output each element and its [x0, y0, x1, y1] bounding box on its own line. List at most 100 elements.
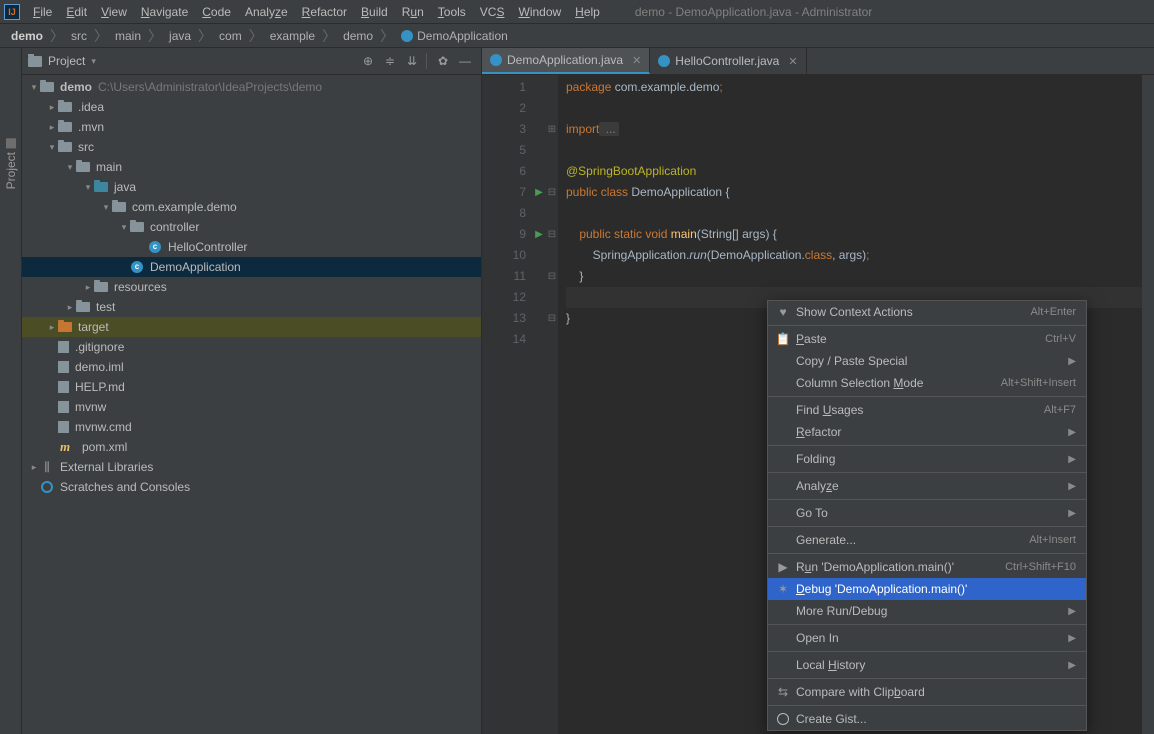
tree-pom[interactable]: mpom.xml — [22, 437, 481, 457]
tree-target[interactable]: ▸target — [22, 317, 481, 337]
tree-scratch[interactable]: Scratches and Consoles — [22, 477, 481, 497]
project-header: Project ▾ ⊕ ≑ ⇊ ✿ — — [22, 48, 481, 75]
menu-build[interactable]: Build — [354, 2, 395, 22]
tree-mvn[interactable]: ▸.mvn — [22, 117, 481, 137]
line-number-gutter: 1 2 3 5 6 7 8 9 10 11 12 13 14 — [482, 75, 532, 734]
ctx-create-gist[interactable]: Create Gist... — [768, 708, 1086, 730]
menu-tools[interactable]: Tools — [431, 2, 473, 22]
tree-src[interactable]: ▾src — [22, 137, 481, 157]
tree-root[interactable]: ▾demoC:\Users\Administrator\IdeaProjects… — [22, 77, 481, 97]
ctx-open-in[interactable]: Open In▶ — [768, 627, 1086, 649]
menu-help[interactable]: Help — [568, 2, 607, 22]
error-stripe[interactable] — [1142, 75, 1154, 734]
submenu-arrow-icon: ▶ — [1068, 454, 1076, 465]
ctx-column-selection[interactable]: Column Selection ModeAlt+Shift+Insert — [768, 372, 1086, 394]
tab-label: HelloController.java — [675, 54, 779, 68]
menu-refactor[interactable]: Refactor — [295, 2, 354, 22]
project-tree[interactable]: ▾demoC:\Users\Administrator\IdeaProjects… — [22, 75, 481, 734]
ctx-compare-clipboard[interactable]: ⇆Compare with Clipboard — [768, 681, 1086, 703]
expand-all-icon[interactable]: ≑ — [380, 51, 400, 71]
tree-iml[interactable]: demo.iml — [22, 357, 481, 377]
crumb-main[interactable]: main — [112, 29, 144, 43]
fold-icon[interactable]: ⊟ — [546, 308, 558, 329]
tree-package[interactable]: ▾com.example.demo — [22, 197, 481, 217]
ctx-local-history[interactable]: Local History▶ — [768, 654, 1086, 676]
crumb-file[interactable]: DemoApplication — [398, 29, 511, 43]
tree-resources[interactable]: ▸resources — [22, 277, 481, 297]
ctx-more-run-debug[interactable]: More Run/Debug▶ — [768, 600, 1086, 622]
hide-icon[interactable]: — — [455, 51, 475, 71]
tree-gitignore[interactable]: .gitignore — [22, 337, 481, 357]
submenu-arrow-icon: ▶ — [1068, 427, 1076, 438]
tool-tab-project[interactable]: Project — [2, 138, 20, 189]
crumb-com[interactable]: com — [216, 29, 245, 43]
close-icon[interactable]: ✕ — [632, 54, 641, 67]
ctx-analyze[interactable]: Analyze▶ — [768, 475, 1086, 497]
menu-view[interactable]: View — [94, 2, 134, 22]
folder-icon — [28, 56, 42, 67]
tree-idea[interactable]: ▸.idea — [22, 97, 481, 117]
crumb-example[interactable]: example — [267, 29, 318, 43]
dropdown-arrow-icon[interactable]: ▾ — [91, 56, 96, 67]
gear-icon[interactable]: ✿ — [433, 51, 453, 71]
ctx-run[interactable]: ▶Run 'DemoApplication.main()'Ctrl+Shift+… — [768, 556, 1086, 578]
breadcrumb: demo〉 src〉 main〉 java〉 com〉 example〉 dem… — [0, 24, 1154, 48]
diff-icon: ⇆ — [774, 685, 792, 699]
tab-label: DemoApplication.java — [507, 53, 623, 67]
tool-window-stripe: Project — [0, 48, 22, 734]
submenu-arrow-icon: ▶ — [1068, 481, 1076, 492]
submenu-arrow-icon: ▶ — [1068, 633, 1076, 644]
ctx-refactor[interactable]: Refactor▶ — [768, 421, 1086, 443]
fold-icon[interactable]: ⊟ — [546, 224, 558, 245]
ctx-folding[interactable]: Folding▶ — [768, 448, 1086, 470]
context-menu: ♥Show Context ActionsAlt+Enter 📋PasteCtr… — [767, 300, 1087, 731]
fold-gutter: ⊞ ⊟ ⊟ ⊟ ⊟ — [546, 75, 558, 734]
menu-analyze[interactable]: Analyze — [238, 2, 295, 22]
tree-main[interactable]: ▾main — [22, 157, 481, 177]
fold-icon[interactable]: ⊟ — [546, 266, 558, 287]
crumb-demo2[interactable]: demo — [340, 29, 376, 43]
tree-mvnwcmd[interactable]: mvnw.cmd — [22, 417, 481, 437]
tab-hello-controller[interactable]: HelloController.java ✕ — [650, 48, 806, 74]
ctx-find-usages[interactable]: Find UsagesAlt+F7 — [768, 399, 1086, 421]
github-icon — [774, 713, 792, 725]
tree-mvnw[interactable]: mvnw — [22, 397, 481, 417]
tree-demo-application[interactable]: cDemoApplication — [22, 257, 481, 277]
project-title[interactable]: Project — [48, 54, 85, 68]
crumb-java[interactable]: java — [166, 29, 194, 43]
class-icon — [401, 30, 413, 42]
tree-controller[interactable]: ▾controller — [22, 217, 481, 237]
project-icon — [6, 138, 16, 148]
fold-icon[interactable]: ⊟ — [546, 182, 558, 203]
crumb-src[interactable]: src — [68, 29, 90, 43]
tree-java[interactable]: ▾java — [22, 177, 481, 197]
locate-icon[interactable]: ⊕ — [358, 51, 378, 71]
fold-icon[interactable]: ⊞ — [546, 119, 558, 140]
menu-navigate[interactable]: Navigate — [134, 2, 195, 22]
project-panel: Project ▾ ⊕ ≑ ⇊ ✿ — ▾demoC:\Users\Admini… — [22, 48, 482, 734]
menu-vcs[interactable]: VCS — [473, 2, 512, 22]
tab-demo-application[interactable]: DemoApplication.java ✕ — [482, 48, 650, 74]
ctx-generate[interactable]: Generate...Alt+Insert — [768, 529, 1086, 551]
run-marker-icon[interactable]: ▶ — [535, 182, 543, 203]
menu-window[interactable]: Window — [511, 2, 568, 22]
tree-hello-controller[interactable]: cHelloController — [22, 237, 481, 257]
editor-tabs: DemoApplication.java ✕ HelloController.j… — [482, 48, 1154, 75]
menu-edit[interactable]: Edit — [59, 2, 94, 22]
menu-file[interactable]: File — [26, 2, 59, 22]
ctx-copy-paste-special[interactable]: Copy / Paste Special▶ — [768, 350, 1086, 372]
tree-ext-lib[interactable]: ▸⫼External Libraries — [22, 457, 481, 477]
collapse-all-icon[interactable]: ⇊ — [402, 51, 422, 71]
tree-help[interactable]: HELP.md — [22, 377, 481, 397]
ctx-goto[interactable]: Go To▶ — [768, 502, 1086, 524]
ctx-show-context-actions[interactable]: ♥Show Context ActionsAlt+Enter — [768, 301, 1086, 323]
crumb-demo[interactable]: demo — [8, 29, 46, 43]
close-icon[interactable]: ✕ — [788, 55, 797, 68]
run-marker-icon[interactable]: ▶ — [535, 224, 543, 245]
menu-run[interactable]: Run — [395, 2, 431, 22]
menu-code[interactable]: Code — [195, 2, 238, 22]
tree-test[interactable]: ▸test — [22, 297, 481, 317]
ctx-debug[interactable]: ✶Debug 'DemoApplication.main()' — [768, 578, 1086, 600]
run-gutter: ▶ ▶ — [532, 75, 546, 734]
ctx-paste[interactable]: 📋PasteCtrl+V — [768, 328, 1086, 350]
